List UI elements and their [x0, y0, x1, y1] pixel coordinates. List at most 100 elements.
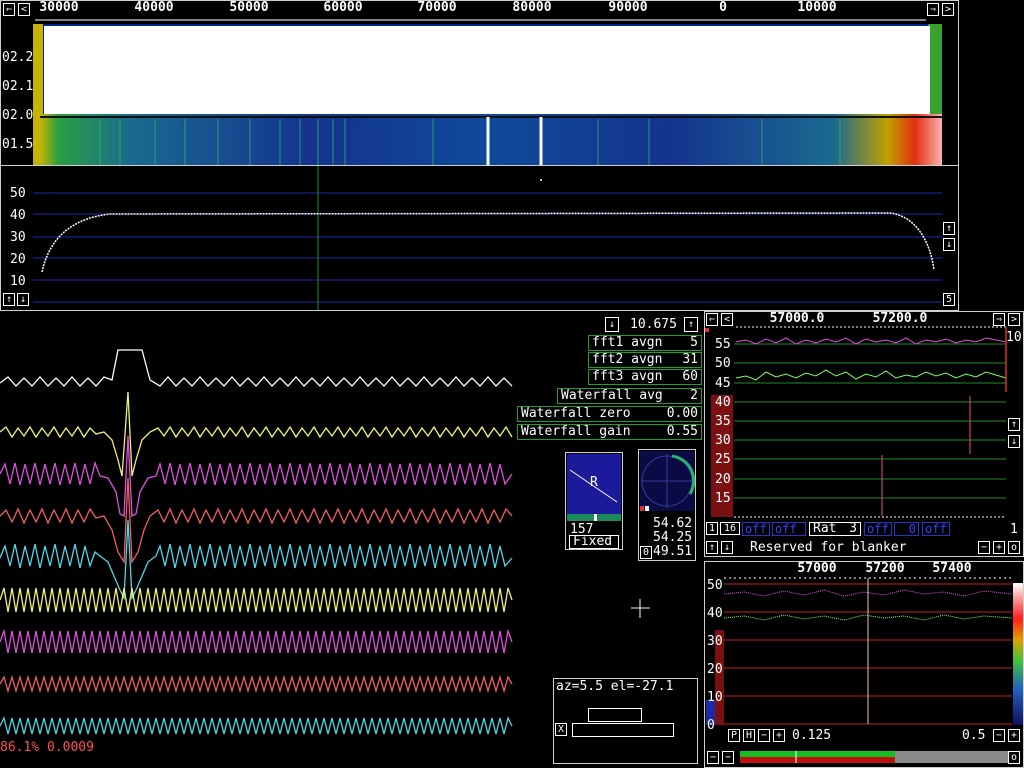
- waterfall-scroll-right-icon[interactable]: ⇒: [927, 3, 939, 16]
- param-value: 31: [682, 352, 698, 367]
- spectrum-right-up-icon[interactable]: ↑: [943, 222, 955, 235]
- param-down-icon[interactable]: ↓: [605, 317, 619, 332]
- spectrum-right-down-icon[interactable]: ↓: [943, 238, 955, 251]
- hires-off-1[interactable]: off: [742, 522, 770, 536]
- y-label: 40: [715, 395, 731, 410]
- y-label: 20: [10, 252, 26, 267]
- spectrum-zoom-button[interactable]: 5: [943, 293, 955, 306]
- azel-box-2[interactable]: [572, 723, 674, 737]
- bb-minus-button[interactable]: −: [758, 729, 770, 742]
- s-meter-fixed-button[interactable]: Fixed: [569, 535, 619, 549]
- azel-readout: az=5.5 el=-27.1: [556, 679, 674, 694]
- hires-right-down-icon[interactable]: ↓: [1008, 435, 1020, 448]
- bb-bottom-minus2-button[interactable]: −: [722, 751, 734, 764]
- y-label: 45: [715, 376, 731, 391]
- azel-close-button[interactable]: X: [555, 723, 567, 736]
- y-label: 55: [715, 337, 731, 352]
- hires-right-value: 10: [1006, 330, 1022, 345]
- spectrum-down-icon[interactable]: ↓: [17, 293, 29, 306]
- hires-freq-label: 57200.0: [872, 311, 928, 326]
- hires-plus-button[interactable]: +: [993, 541, 1005, 554]
- hires-scroll-right-icon[interactable]: ⇒: [993, 313, 1005, 326]
- pol-zero-button[interactable]: 0: [640, 546, 652, 559]
- hires-scroll-left-icon[interactable]: ⇐: [706, 313, 718, 326]
- hires-ctrl-16[interactable]: 16: [720, 522, 740, 535]
- y-label: 15: [715, 491, 731, 506]
- y-label: 30: [10, 230, 26, 245]
- bb-freq-label: 57400: [932, 561, 972, 576]
- y-label: 40: [707, 606, 723, 621]
- hires-bottom-down-icon[interactable]: ↓: [721, 541, 733, 554]
- y-label: 10: [707, 690, 723, 705]
- bb-p-button[interactable]: P: [728, 729, 740, 742]
- y-label: 50: [10, 186, 26, 201]
- bb-o-button[interactable]: o: [1008, 751, 1020, 764]
- hires-off-3[interactable]: off: [864, 522, 892, 536]
- time-label: 02.15: [2, 79, 42, 94]
- freq-label: 10000: [797, 0, 837, 15]
- freq-label: 80000: [512, 0, 552, 15]
- param-value: 0.00: [666, 406, 698, 421]
- param-label: fft3 avgn: [592, 369, 663, 384]
- hires-ctrl-1[interactable]: 1: [706, 522, 718, 535]
- spectrum-up-icon[interactable]: ↑: [3, 293, 15, 306]
- param-value: 60: [682, 369, 698, 384]
- hires-o-button[interactable]: o: [1008, 541, 1020, 554]
- param-value: 5: [690, 335, 698, 350]
- time-label: 01.55: [2, 137, 42, 152]
- y-label: 50: [715, 356, 731, 371]
- waterfall-scroll-left2-icon[interactable]: <: [18, 3, 30, 16]
- param-waterfall-zero[interactable]: Waterfall zero 0.00: [517, 406, 702, 422]
- y-label: 20: [707, 662, 723, 677]
- param-fft1-avgn[interactable]: fft1 avgn 5: [588, 335, 702, 351]
- s-meter-marker: R: [590, 475, 598, 490]
- hires-zero[interactable]: 0: [894, 522, 919, 536]
- hires-off-2[interactable]: off: [772, 522, 806, 536]
- param-value: 0.55: [666, 424, 698, 439]
- param-waterfall-avg[interactable]: Waterfall avg 2: [557, 388, 702, 404]
- bb-value-2: 0.5: [962, 728, 986, 743]
- hires-bottom-up-icon[interactable]: ↑: [706, 541, 718, 554]
- bb-bottom-minus-button[interactable]: −: [707, 751, 719, 764]
- hires-off-4[interactable]: off: [922, 522, 950, 536]
- spectrum-panel: [0, 165, 959, 311]
- bb-freq-label: 57000: [797, 561, 837, 576]
- param-top-value: 10.675: [630, 317, 677, 332]
- param-value: 2: [690, 388, 698, 403]
- bb-right-minus-button[interactable]: −: [993, 729, 1005, 742]
- hires-scroll-left2-icon[interactable]: <: [721, 313, 733, 326]
- pol-value-2: 54.25: [653, 530, 693, 545]
- hires-freq-label: 57000.0: [769, 311, 825, 326]
- bb-h-button[interactable]: H: [743, 729, 755, 742]
- freq-label: 90000: [608, 0, 648, 15]
- hires-right-up-icon[interactable]: ↑: [1008, 418, 1020, 431]
- param-label: Waterfall zero: [521, 406, 631, 421]
- frequency-scale: 30000 40000 50000 60000 70000 80000 9000…: [33, 0, 926, 18]
- hires-rat[interactable]: Rat 3: [809, 522, 861, 536]
- hires-ctrl-right: 1: [1010, 522, 1018, 537]
- freq-label: 70000: [417, 0, 457, 15]
- param-fft3-avgn[interactable]: fft3 avgn 60: [588, 369, 702, 385]
- param-waterfall-gain[interactable]: Waterfall gain 0.55: [517, 424, 702, 440]
- param-up-icon[interactable]: ↑: [684, 317, 698, 332]
- param-fft2-avgn[interactable]: fft2 avgn 31: [588, 352, 702, 368]
- hires-scroll-right2-icon[interactable]: >: [1008, 313, 1020, 326]
- param-label: fft2 avgn: [592, 352, 663, 367]
- y-label: 50: [707, 578, 723, 593]
- y-label: 30: [715, 433, 731, 448]
- param-label: Waterfall gain: [521, 424, 631, 439]
- hires-rat-value: 3: [849, 521, 857, 536]
- bb-right-plus-button[interactable]: +: [1008, 729, 1020, 742]
- status-line: 86.1% 0.0009: [0, 740, 94, 755]
- y-label: 25: [715, 452, 731, 467]
- time-label: 02.05: [2, 108, 42, 123]
- y-label: 10: [10, 274, 26, 289]
- waterfall-scroll-right2-icon[interactable]: >: [942, 3, 954, 16]
- hires-panel: [704, 311, 1024, 557]
- azel-box-1[interactable]: [588, 708, 642, 722]
- freq-label: 50000: [229, 0, 269, 15]
- bb-plus-button[interactable]: +: [773, 729, 785, 742]
- freq-label: 0: [719, 0, 727, 15]
- hires-minus-button[interactable]: −: [978, 541, 990, 554]
- waterfall-scroll-left-icon[interactable]: ⇐: [3, 3, 15, 16]
